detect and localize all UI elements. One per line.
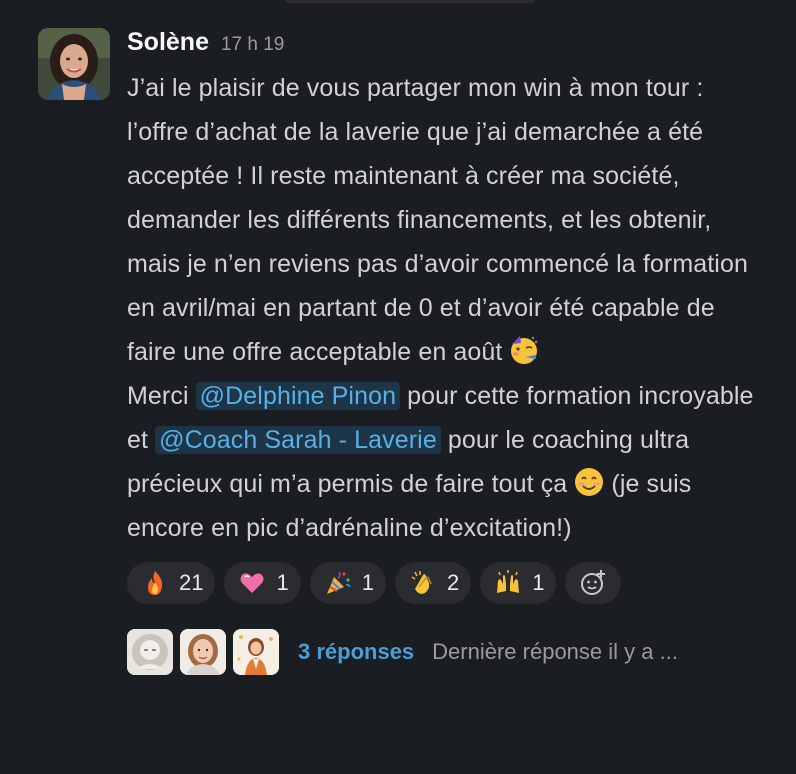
- reply-avatar[interactable]: [233, 629, 279, 675]
- reaction-fire[interactable]: 21: [127, 562, 216, 604]
- reply-count-link[interactable]: 3 réponses: [298, 639, 414, 665]
- fire-icon: [141, 569, 169, 597]
- add-reaction-icon: [579, 569, 607, 597]
- reply-avatar[interactable]: [180, 629, 226, 675]
- top-divider: [285, 0, 535, 3]
- partying-face-icon: [509, 335, 539, 365]
- reaction-count: 2: [446, 570, 460, 595]
- add-reaction-button[interactable]: [565, 562, 622, 604]
- message-body: J’ai le plaisir de vous partager mon win…: [127, 66, 767, 550]
- message-text: J’ai le plaisir de vous partager mon win…: [127, 74, 748, 366]
- mention-delphine-pinon[interactable]: @Delphine Pinon: [195, 382, 401, 410]
- reaction-count: 1: [361, 570, 374, 595]
- reaction-clapping-hands[interactable]: 2: [394, 562, 472, 604]
- reply-avatar[interactable]: [127, 629, 173, 675]
- author-avatar[interactable]: [38, 28, 110, 100]
- reaction-count: 1: [532, 570, 545, 595]
- clapping-hands-icon: [409, 569, 437, 597]
- mention-coach-sarah[interactable]: @Coach Sarah - Laverie: [155, 426, 441, 454]
- message-timestamp[interactable]: 17 h 19: [221, 34, 284, 56]
- thread-summary[interactable]: 3 réponses Dernière réponse il y a ...: [127, 628, 767, 676]
- reaction-count: 1: [276, 570, 289, 595]
- last-reply-time: Dernière réponse il y a ...: [432, 639, 678, 664]
- message-text: Merci: [127, 382, 189, 410]
- reactions-bar: 21 1 1 2 1: [127, 562, 767, 604]
- reaction-raising-hands[interactable]: 1: [480, 562, 557, 604]
- party-popper-icon: [324, 569, 352, 597]
- author-name[interactable]: Solène: [127, 28, 209, 57]
- reaction-party-popper[interactable]: 1: [309, 562, 386, 604]
- raising-hands-icon: [494, 569, 522, 597]
- pink-heart-icon: [238, 569, 266, 597]
- reaction-count: 21: [179, 570, 204, 595]
- reaction-pink-heart[interactable]: 1: [224, 562, 301, 604]
- smiling-face-icon: [574, 467, 604, 497]
